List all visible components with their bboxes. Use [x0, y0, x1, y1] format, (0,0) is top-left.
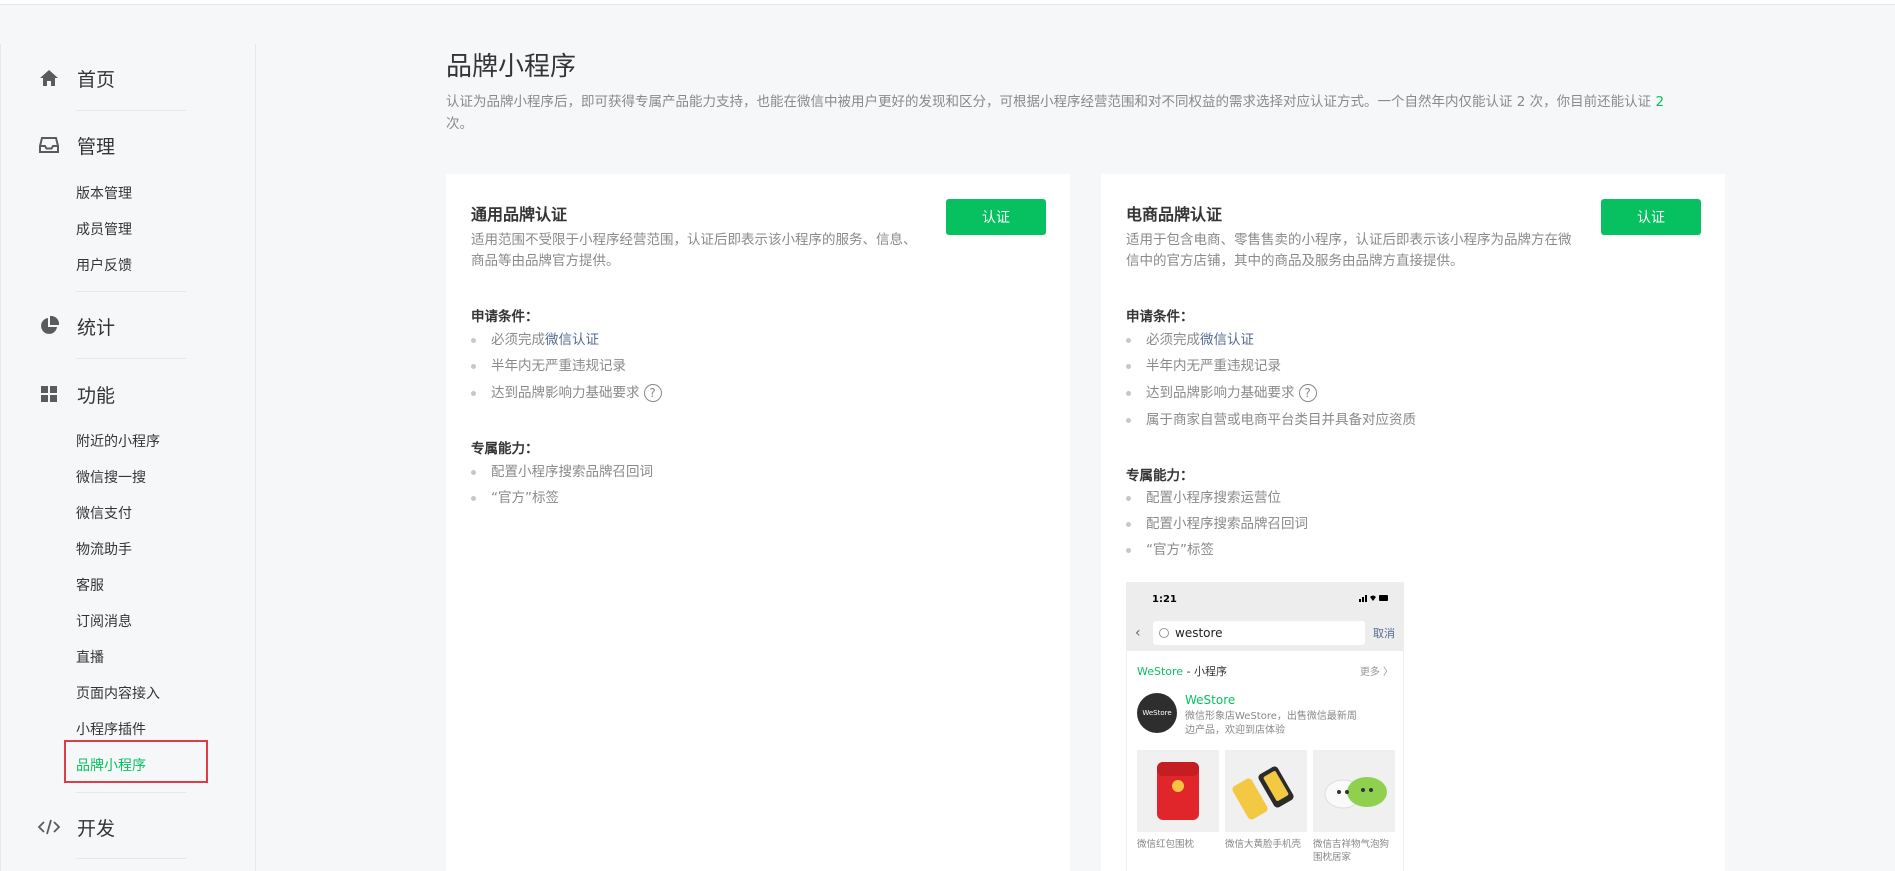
divider — [76, 792, 186, 793]
abilities-title: 专属能力： — [471, 441, 539, 457]
phone-search-bar: ‹ westore 取消 — [1127, 615, 1403, 651]
page-title: 品牌小程序 — [446, 52, 577, 82]
sidebar-item-version[interactable]: 版本管理 — [76, 184, 132, 204]
divider — [76, 858, 186, 859]
page-desc-tail: 次。 — [446, 116, 473, 132]
conditions-title: 申请条件： — [1126, 309, 1194, 325]
nav-stats[interactable]: 统计 — [38, 311, 115, 341]
card-description: 适用范围不受限于小程序经营范围，认证后即表示该小程序的服务、信息、商品等由品牌官… — [471, 232, 917, 269]
back-icon: ‹ — [1135, 625, 1141, 641]
condition-item: 达到品牌影响力基础要求? — [471, 382, 662, 404]
nav-manage[interactable]: 管理 — [38, 130, 115, 160]
condition-item: 达到品牌影响力基础要求? — [1126, 382, 1317, 404]
help-icon[interactable]: ? — [643, 384, 662, 402]
nav-home[interactable]: 首页 — [38, 63, 115, 93]
product-card: 微信大黄脸手机壳 — [1225, 750, 1307, 864]
card-description: 适用于包含电商、零售售卖的小程序，认证后即表示该小程序为品牌方在微信中的官方店铺… — [1126, 232, 1572, 269]
ability-item: 配置小程序搜索品牌召回词 — [471, 461, 653, 483]
phone-cancel: 取消 — [1373, 627, 1395, 640]
inbox-icon — [38, 134, 60, 156]
nav-features[interactable]: 功能 — [38, 379, 115, 409]
phone-search-input: westore — [1153, 621, 1365, 645]
sidebar-item-plugin[interactable]: 小程序插件 — [76, 720, 146, 740]
grid-icon — [38, 383, 60, 405]
condition-item: 必须完成 微信认证 — [1126, 329, 1254, 351]
general-brand-card: 通用品牌认证 适用范围不受限于小程序经营范围，认证后即表示该小程序的服务、信息、… — [446, 174, 1070, 871]
condition-item: 半年内无严重违规记录 — [1126, 355, 1281, 377]
sidebar-item-service[interactable]: 客服 — [76, 576, 104, 596]
phone-case-image — [1225, 750, 1307, 832]
divider — [76, 110, 186, 111]
highlight-box — [64, 740, 208, 783]
divider — [76, 291, 186, 292]
phone-more: 更多 〉 — [1359, 667, 1393, 678]
phone-app-name: WeStore — [1185, 693, 1236, 707]
sidebar-item-search[interactable]: 微信搜一搜 — [76, 468, 146, 488]
ability-item: “官方”标签 — [1126, 539, 1214, 561]
home-icon — [38, 67, 60, 89]
conditions-title: 申请条件： — [471, 309, 539, 325]
search-icon — [1159, 628, 1169, 638]
nav-home-label: 首页 — [77, 68, 116, 91]
code-icon — [38, 816, 60, 838]
signal-battery-icon — [1359, 594, 1389, 605]
phone-products: 微信红包围枕 微信大黄脸手机壳 微信吉祥物气泡狗围枕居家 — [1127, 738, 1403, 864]
divider — [76, 358, 186, 359]
product-card: 微信红包围枕 — [1137, 750, 1219, 864]
phone-result-header: WeStore - 小程序 更多 〉 — [1137, 665, 1393, 678]
nav-stats-label: 统计 — [77, 316, 116, 339]
page-desc-main: 认证为品牌小程序后，即可获得专属产品能力支持，也能在微信中被用户更好的发现和区分… — [446, 94, 1656, 110]
sidebar-item-nearby[interactable]: 附近的小程序 — [76, 432, 160, 452]
condition-item: 属于商家自营或电商平台类目并具备对应资质 — [1126, 409, 1416, 431]
sidebar-item-live[interactable]: 直播 — [76, 648, 104, 668]
wechat-verify-link[interactable]: 微信认证 — [545, 329, 599, 351]
certify-general-button[interactable]: 认证 — [946, 199, 1046, 235]
phone-status-bar: 1:21 — [1127, 583, 1403, 615]
nav-manage-label: 管理 — [77, 135, 116, 158]
sidebar-item-content[interactable]: 页面内容接入 — [76, 684, 160, 704]
abilities-title: 专属能力： — [1126, 468, 1194, 484]
card-title: 通用品牌认证 — [471, 205, 568, 224]
ability-item: 配置小程序搜索品牌召回词 — [1126, 513, 1308, 535]
page-description: 认证为品牌小程序后，即可获得专属产品能力支持，也能在微信中被用户更好的发现和区分… — [446, 91, 1716, 135]
remaining-count: 2 — [1655, 94, 1665, 110]
sidebar-item-subscribe[interactable]: 订阅消息 — [76, 612, 132, 632]
phone-app-result: WeStore WeStore 微信形象店WeStore，出售微信最新周边产品，… — [1127, 679, 1403, 738]
sidebar-item-members[interactable]: 成员管理 — [76, 220, 132, 240]
red-envelope-pillow-image — [1137, 750, 1219, 832]
card-title: 电商品牌认证 — [1126, 205, 1223, 224]
wechat-verify-link[interactable]: 微信认证 — [1200, 329, 1254, 351]
top-border — [0, 0, 1895, 5]
nav-dev[interactable]: 开发 — [38, 812, 115, 842]
condition-item: 必须完成 微信认证 — [471, 329, 599, 351]
phone-app-desc: 微信形象店WeStore，出售微信最新周边产品，欢迎到店体验 — [1185, 711, 1357, 736]
sidebar-item-feedback[interactable]: 用户反馈 — [76, 256, 132, 276]
help-icon[interactable]: ? — [1298, 384, 1317, 402]
phone-preview: 1:21 ‹ westore 取消 WeStore - 小程序 更多 〉 WeS… — [1126, 582, 1404, 871]
product-card: 微信吉祥物气泡狗围枕居家 — [1313, 750, 1395, 864]
condition-item: 半年内无严重违规记录 — [471, 355, 626, 377]
sidebar-item-pay[interactable]: 微信支付 — [76, 504, 132, 524]
nav-features-label: 功能 — [77, 384, 116, 407]
nav-dev-label: 开发 — [77, 817, 116, 840]
pie-chart-icon — [38, 315, 60, 337]
ecommerce-brand-card: 电商品牌认证 适用于包含电商、零售售卖的小程序，认证后即表示该小程序为品牌方在微… — [1101, 174, 1725, 871]
sidebar-item-logistics[interactable]: 物流助手 — [76, 540, 132, 560]
mascot-pillow-image — [1313, 750, 1395, 832]
ability-item: “官方”标签 — [471, 487, 559, 509]
phone-time: 1:21 — [1152, 593, 1177, 605]
ability-item: 配置小程序搜索运营位 — [1126, 487, 1281, 509]
certify-ecommerce-button[interactable]: 认证 — [1601, 199, 1701, 235]
westore-logo: WeStore — [1137, 693, 1177, 733]
